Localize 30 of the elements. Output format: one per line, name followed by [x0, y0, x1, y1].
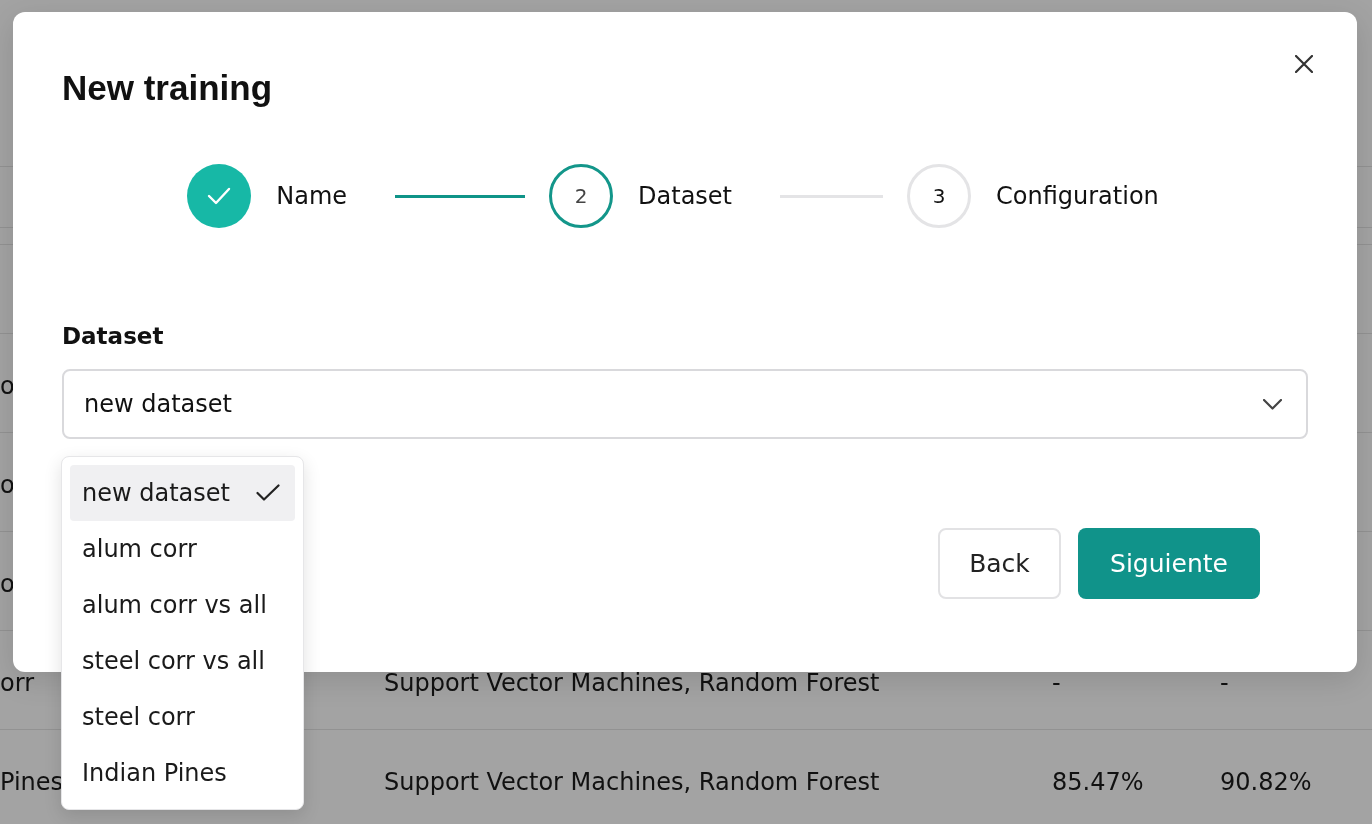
dialog-title: New training — [62, 67, 273, 109]
next-button[interactable]: Siguiente — [1078, 528, 1260, 599]
back-button[interactable]: Back — [938, 528, 1061, 599]
step-number: 2 — [549, 164, 614, 228]
step-number: 3 — [907, 164, 971, 228]
table-cell: orr — [0, 671, 34, 695]
step-label: Dataset — [638, 181, 732, 211]
dropdown-option[interactable]: new dataset — [70, 465, 295, 521]
table-cell: Support Vector Machines, Random Forest — [384, 770, 880, 794]
field-label: Dataset — [62, 322, 164, 351]
check-icon — [256, 484, 280, 502]
close-icon — [1295, 55, 1313, 73]
dropdown-option[interactable]: Indian Pines — [70, 745, 295, 801]
dropdown-option[interactable]: steel corr — [70, 689, 295, 745]
table-cell: Support Vector Machines, Random Forest — [384, 671, 880, 695]
table-cell: o — [0, 374, 15, 398]
table-cell: Pines — [0, 770, 64, 794]
chevron-down-icon — [1263, 398, 1282, 410]
table-cell: 85.47% — [1052, 770, 1144, 794]
table-cell: - — [1052, 671, 1061, 695]
dropdown-option[interactable]: alum corr — [70, 521, 295, 577]
table-cell: 90.82% — [1220, 770, 1312, 794]
step-label: Name — [276, 181, 348, 211]
dropdown-option[interactable]: steel corr vs all — [70, 633, 295, 689]
table-cell: o — [0, 572, 15, 596]
step-label: Configuration — [996, 181, 1159, 211]
table-cell: - — [1220, 671, 1229, 695]
table-cell: o — [0, 473, 15, 497]
dataset-select[interactable]: new dataset — [62, 369, 1308, 439]
dropdown-option[interactable]: alum corr vs all — [70, 577, 295, 633]
